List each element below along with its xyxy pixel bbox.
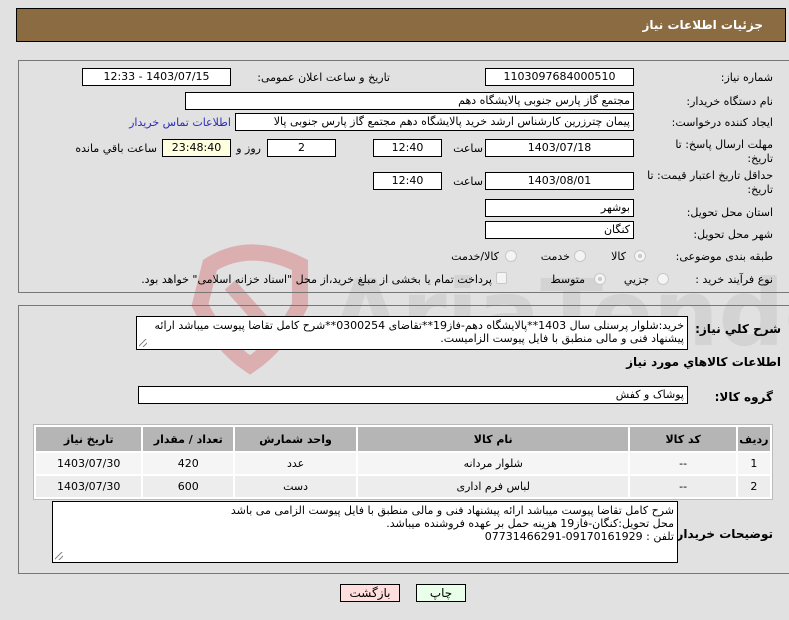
print-button[interactable]: چاپ (416, 584, 466, 602)
category-option-service: خدمت (540, 250, 570, 263)
cell-name: شلوار مردانه (357, 453, 629, 474)
process-option-minor: جزیي (623, 273, 649, 286)
col-date: تاریخ نیاز (36, 427, 142, 451)
description-label: شرح کلي نياز: (695, 322, 781, 336)
buyer-notes-textarea[interactable]: شرح کامل تقاضا پیوست میباشد ارائه پیشنها… (52, 501, 678, 563)
reply-deadline-label: مهلت ارسال پاسخ: تا (675, 138, 773, 151)
buyer-org-field: مجتمع گاز پارس جنوبی پالایشگاه دهم (185, 92, 634, 110)
col-row: ردیف (737, 427, 770, 451)
buyer-contact-link[interactable]: اطلاعات تماس خریدار (129, 116, 231, 129)
treasury-checkbox-label: پرداخت تمام یا بخشی از مبلغ خرید،از محل … (141, 273, 492, 286)
price-validity-label: حداقل تاریخ اعتبار قیمت: تا (647, 169, 773, 182)
cell-unit: دست (235, 476, 356, 497)
requester-label: ایجاد کننده درخواست: (671, 116, 773, 129)
process-radio-medium[interactable] (594, 273, 606, 285)
category-option-goods-service: کالا/خدمت (451, 250, 499, 263)
reply-deadline-label-line2: تاریخ: (747, 152, 773, 165)
reply-deadline-date-field: 1403/07/18 (485, 139, 634, 157)
announce-datetime-field: 1403/07/15 - 12:33 (82, 68, 231, 86)
category-radio-goods[interactable] (634, 250, 646, 262)
requester-field: پیمان چترزرین کارشناس ارشد خرید پالایشگا… (235, 113, 634, 131)
col-unit: واحد شمارش (235, 427, 356, 451)
province-label: استان محل تحویل: (686, 206, 773, 219)
col-name: نام کالا (357, 427, 629, 451)
table-row: 2 -- لباس فرم اداری دست 600 1403/07/30 (36, 476, 770, 497)
page-title: جزئيات اطلاعات نياز (642, 18, 763, 32)
buyer-notes-line: تلفن : 09170161929-07731466291 (484, 530, 674, 543)
category-radio-goods-service[interactable] (505, 250, 517, 262)
cell-qty: 420 (143, 453, 234, 474)
col-qty: تعداد / مقدار (143, 427, 234, 451)
goods-section-title: اطلاعات کالاهاي مورد نياز (626, 355, 781, 369)
goods-table: ردیف کد کالا نام کالا واحد شمارش تعداد /… (33, 424, 773, 500)
remaining-time-label: ساعت باقي مانده (75, 142, 157, 155)
need-number-field: 1103097684000510 (485, 68, 634, 86)
remaining-days-field: 2 (267, 139, 336, 157)
price-validity-time-label: ساعت (453, 175, 483, 188)
resize-grip-icon[interactable] (55, 552, 63, 560)
goods-group-field: پوشاک و کفش (138, 386, 688, 404)
cell-code: -- (630, 476, 736, 497)
page-header: جزئيات اطلاعات نياز (16, 8, 786, 42)
cell-date: 1403/07/30 (36, 453, 142, 474)
need-number-label: شماره نیاز: (720, 71, 773, 84)
description-textarea[interactable]: خرید:شلوار پرسنلی سال 1403**پالایشگاه ده… (136, 316, 688, 350)
cell-qty: 600 (143, 476, 234, 497)
cell-name: لباس فرم اداری (357, 476, 629, 497)
cell-row: 1 (737, 453, 770, 474)
category-label: طبقه بندی موضوعی: (675, 250, 773, 263)
treasury-checkbox[interactable] (496, 272, 507, 284)
buyer-notes-label: توضیحات خریدار: (671, 527, 773, 541)
table-row: 1 -- شلوار مردانه عدد 420 1403/07/30 (36, 453, 770, 474)
price-validity-label-line2: تاریخ: (747, 183, 773, 196)
cell-unit: عدد (235, 453, 356, 474)
resize-grip-icon[interactable] (139, 339, 147, 347)
buyer-notes-line: محل تحویل:کنگان-فاز19 هزینه حمل بر عهده … (386, 517, 674, 530)
reply-deadline-time-label: ساعت (453, 142, 483, 155)
category-option-goods: کالا (611, 250, 626, 263)
announce-datetime-label: تاریخ و ساعت اعلان عمومی: (257, 71, 390, 84)
col-code: کد کالا (630, 427, 736, 451)
buyer-notes-line: شرح کامل تقاضا پیوست میباشد ارائه پیشنها… (230, 504, 674, 517)
cell-code: -- (630, 453, 736, 474)
cell-date: 1403/07/30 (36, 476, 142, 497)
reply-deadline-time-field: 12:40 (373, 139, 442, 157)
price-validity-time-field: 12:40 (373, 172, 442, 190)
province-field: بوشهر (485, 199, 634, 217)
process-option-medium: متوسط (550, 273, 585, 286)
city-label: شهر محل تحویل: (693, 228, 773, 241)
back-button[interactable]: بازگشت (340, 584, 400, 602)
buyer-org-label: نام دستگاه خریدار: (686, 95, 773, 108)
description-text: خرید:شلوار پرسنلی سال 1403**پالایشگاه ده… (154, 319, 684, 345)
process-radio-minor[interactable] (657, 273, 669, 285)
remaining-time-field: 23:48:40 (162, 139, 231, 157)
city-field: کنگان (485, 221, 634, 239)
purchase-process-label: نوع فرآیند خرید : (695, 273, 773, 286)
remaining-days-label: روز و (236, 142, 261, 155)
price-validity-date-field: 1403/08/01 (485, 172, 634, 190)
goods-group-label: گروه کالا: (714, 390, 773, 404)
category-radio-service[interactable] (574, 250, 586, 262)
table-header-row: ردیف کد کالا نام کالا واحد شمارش تعداد /… (36, 427, 770, 451)
cell-row: 2 (737, 476, 770, 497)
